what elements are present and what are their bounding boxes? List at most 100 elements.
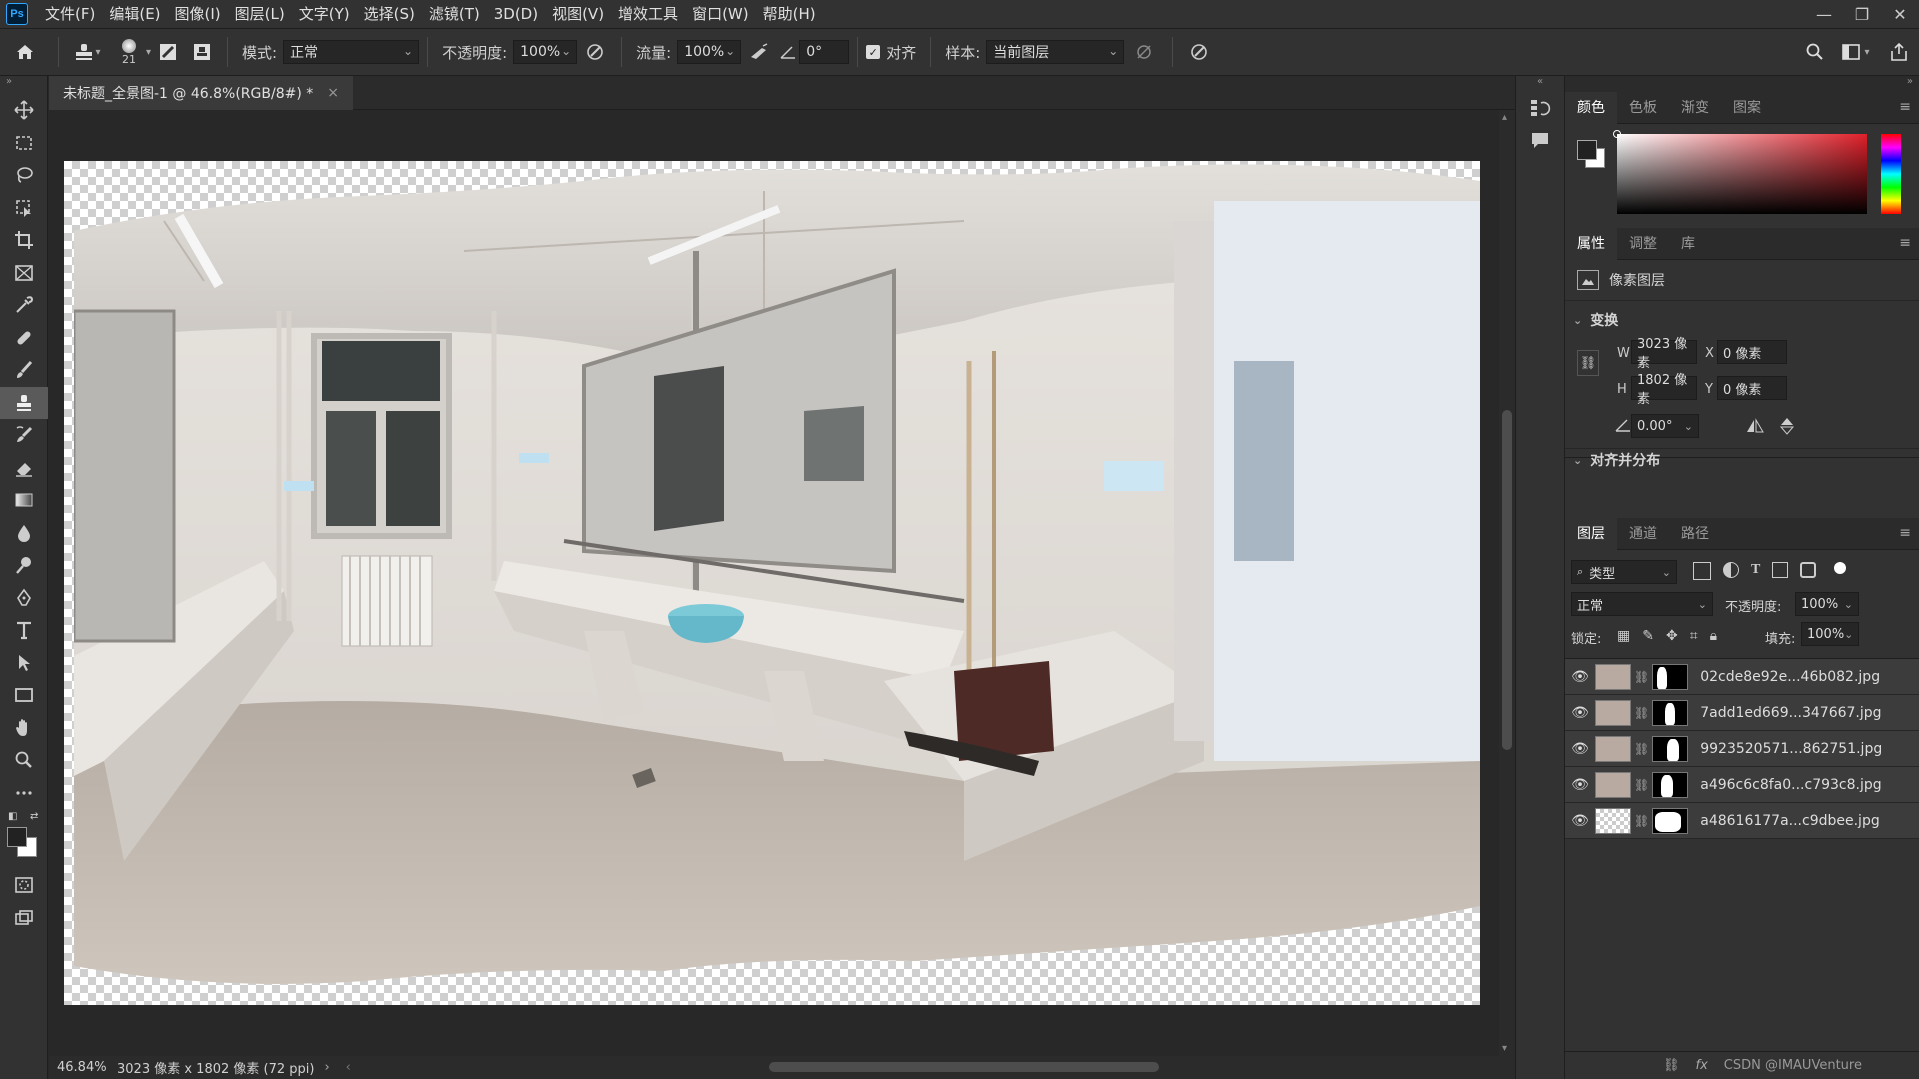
- visibility-eye-icon[interactable]: 👁︎: [1565, 741, 1595, 757]
- layer-mask-thumbnail[interactable]: [1652, 807, 1689, 834]
- filter-toggle-icon[interactable]: [1834, 562, 1847, 574]
- layer-mask-thumbnail[interactable]: [1652, 663, 1689, 690]
- restore-button[interactable]: ❐: [1843, 0, 1881, 28]
- blur-tool-icon[interactable]: [0, 517, 48, 550]
- layer-filter-dropdown[interactable]: ⌕ 类型 ⌄: [1571, 560, 1677, 584]
- collapse-icon[interactable]: «: [1516, 76, 1564, 92]
- path-selection-tool-icon[interactable]: [0, 647, 48, 680]
- lock-image-icon[interactable]: ✎: [1642, 628, 1654, 644]
- mode-dropdown[interactable]: 正常 ⌄: [283, 40, 420, 64]
- angle-field[interactable]: 0°: [799, 40, 850, 64]
- collapse-icon[interactable]: »: [0, 76, 47, 94]
- tab-layers[interactable]: 图层: [1565, 517, 1617, 550]
- layer-mask-thumbnail[interactable]: [1652, 735, 1689, 762]
- pressure-opacity-icon[interactable]: [577, 42, 613, 62]
- type-tool-icon[interactable]: [0, 614, 48, 647]
- search-icon[interactable]: [1797, 42, 1833, 62]
- gradient-tool-icon[interactable]: [0, 484, 48, 517]
- layer-row[interactable]: 👁︎ ⛓ 9923520571...862751.jpg: [1565, 731, 1919, 767]
- menu-plugins[interactable]: 增效工具: [611, 0, 685, 28]
- menu-file[interactable]: 文件(F): [38, 0, 102, 28]
- vertical-scroll-thumb[interactable]: [1502, 410, 1512, 750]
- tab-paths[interactable]: 路径: [1669, 518, 1721, 550]
- home-icon[interactable]: [0, 28, 50, 76]
- flip-horizontal-icon[interactable]: [1745, 418, 1765, 438]
- history-panel-icon[interactable]: [1516, 92, 1564, 124]
- menu-help[interactable]: 帮助(H): [756, 0, 823, 28]
- rotation-field[interactable]: 0.00° ⌄: [1631, 414, 1699, 438]
- clone-stamp-preset-icon[interactable]: ▾: [67, 42, 107, 62]
- opacity-field[interactable]: 100% ⌄: [513, 40, 578, 64]
- tab-channels[interactable]: 通道: [1617, 518, 1669, 550]
- flow-field[interactable]: 100% ⌄: [677, 40, 742, 64]
- align-checkbox[interactable]: ✓: [866, 45, 881, 59]
- layer-row[interactable]: 👁︎ ⛓ 02cde8e92e...46b082.jpg: [1565, 659, 1919, 695]
- scroll-left-icon[interactable]: ‹: [346, 1060, 351, 1075]
- vertical-scrollbar[interactable]: ▴ ▾: [1499, 110, 1515, 1056]
- menu-3d[interactable]: 3D(D): [487, 0, 545, 28]
- airbrush-icon[interactable]: [741, 42, 777, 62]
- color-picker-marker[interactable]: [1613, 130, 1621, 138]
- color-swatches[interactable]: ◧ ⇄: [0, 809, 47, 869]
- default-colors-icon[interactable]: ◧: [8, 811, 17, 822]
- eraser-tool-icon[interactable]: [0, 452, 48, 485]
- tab-adjustments[interactable]: 调整: [1617, 228, 1669, 260]
- healing-brush-tool-icon[interactable]: [0, 322, 48, 355]
- screen-mode-icon[interactable]: [0, 902, 48, 935]
- brush-settings-icon[interactable]: [151, 42, 185, 62]
- ignore-adjustment-layers-icon[interactable]: [1124, 42, 1164, 62]
- flip-vertical-icon[interactable]: [1779, 416, 1795, 440]
- panel-menu-icon[interactable]: ≡: [1899, 235, 1911, 251]
- rectangle-tool-icon[interactable]: [0, 679, 48, 712]
- close-button[interactable]: ✕: [1881, 0, 1919, 28]
- panel-menu-icon[interactable]: ≡: [1899, 99, 1911, 115]
- document-tab[interactable]: 未标题_全景图-1 @ 46.8%(RGB/8#) * ×: [49, 76, 353, 110]
- marquee-tool-icon[interactable]: [0, 127, 48, 160]
- link-mask-icon[interactable]: ⛓: [1634, 670, 1649, 684]
- collapse-icon[interactable]: »: [1565, 76, 1919, 92]
- object-selection-tool-icon[interactable]: [0, 192, 48, 225]
- hand-tool-icon[interactable]: [0, 712, 48, 745]
- canvas-area[interactable]: [49, 110, 1499, 1056]
- layer-opacity-field[interactable]: 100% ⌄: [1795, 592, 1859, 616]
- quick-mask-icon[interactable]: [0, 869, 48, 902]
- zoom-level[interactable]: 46.84%: [57, 1060, 107, 1075]
- crop-tool-icon[interactable]: [0, 224, 48, 257]
- layer-row[interactable]: 👁︎ ⛓ 7add1ed669...347667.jpg: [1565, 695, 1919, 731]
- link-mask-icon[interactable]: ⛓: [1634, 814, 1649, 828]
- link-mask-icon[interactable]: ⛓: [1634, 706, 1649, 720]
- blend-mode-dropdown[interactable]: 正常 ⌄: [1571, 592, 1713, 616]
- tab-gradients[interactable]: 渐变: [1669, 92, 1721, 124]
- width-field[interactable]: 3023 像素: [1631, 337, 1697, 371]
- scroll-up-icon[interactable]: ▴: [1502, 112, 1507, 123]
- menu-image[interactable]: 图像(I): [168, 0, 228, 28]
- foreground-color-chip[interactable]: [1577, 140, 1597, 160]
- move-tool-icon[interactable]: [0, 94, 48, 127]
- history-brush-tool-icon[interactable]: [0, 419, 48, 452]
- menu-layer[interactable]: 图层(L): [228, 0, 292, 28]
- layer-row[interactable]: 👁︎ ⛓ a48616177a...c9dbee.jpg: [1565, 803, 1919, 839]
- lock-all-icon[interactable]: 🔒︎: [1710, 628, 1717, 644]
- workspace-icon[interactable]: ▾: [1833, 43, 1879, 61]
- eyedropper-tool-icon[interactable]: [0, 289, 48, 322]
- comments-panel-icon[interactable]: [1516, 124, 1564, 156]
- swap-colors-icon[interactable]: ⇄: [30, 811, 38, 822]
- frame-tool-icon[interactable]: [0, 257, 48, 290]
- filter-pixel-icon[interactable]: [1693, 562, 1711, 580]
- pressure-size-icon[interactable]: [1181, 42, 1217, 62]
- lock-artboard-icon[interactable]: ⌗: [1690, 628, 1698, 644]
- transform-section-header[interactable]: ⌄ 变换: [1573, 310, 1618, 330]
- menu-filter[interactable]: 滤镜(T): [422, 0, 487, 28]
- filter-smart-object-icon[interactable]: [1800, 562, 1817, 578]
- filter-shape-icon[interactable]: [1772, 562, 1789, 578]
- tab-libraries[interactable]: 库: [1669, 228, 1707, 260]
- color-field[interactable]: [1617, 134, 1867, 214]
- pen-tool-icon[interactable]: [0, 582, 48, 615]
- fill-field[interactable]: 100% ⌄: [1801, 622, 1859, 646]
- clone-source-icon[interactable]: [185, 42, 219, 62]
- menu-type[interactable]: 文字(Y): [292, 0, 357, 28]
- visibility-eye-icon[interactable]: 👁︎: [1565, 705, 1595, 721]
- link-mask-icon[interactable]: ⛓: [1634, 778, 1649, 792]
- zoom-tool-icon[interactable]: [0, 744, 48, 777]
- layer-row[interactable]: 👁︎ ⛓ a496c6c8fa0...c793c8.jpg: [1565, 767, 1919, 803]
